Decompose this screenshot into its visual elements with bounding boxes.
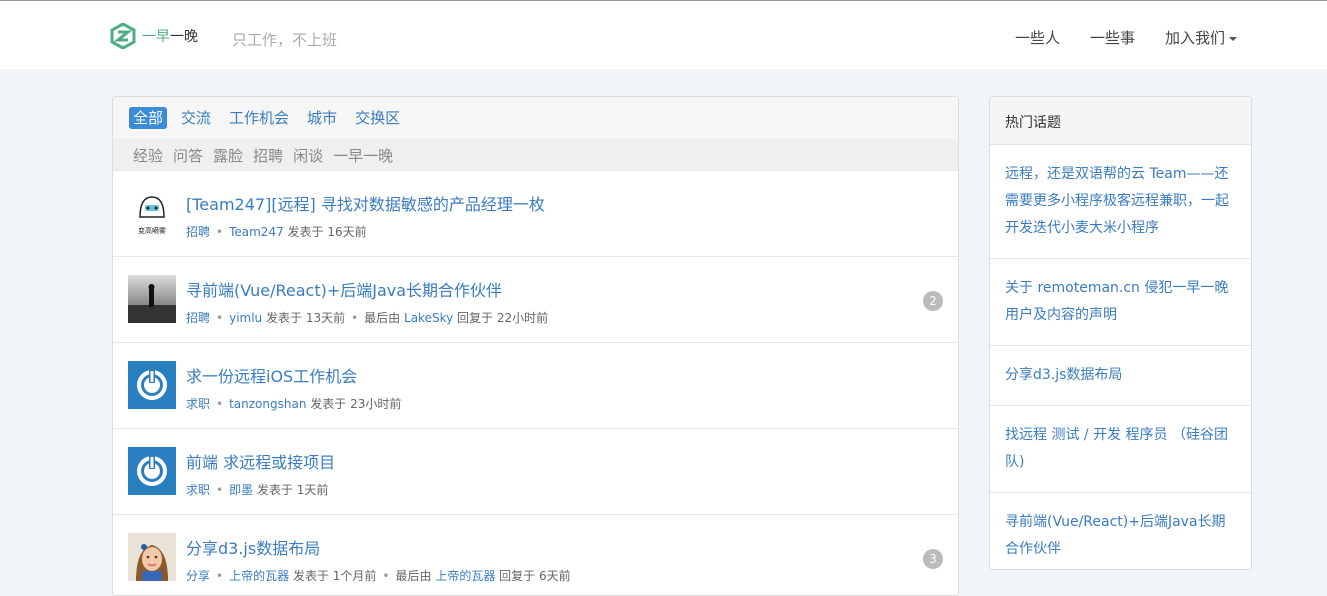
topic-meta: 求职 • 即墨 发表于 1天前 bbox=[186, 483, 329, 497]
caret-down-icon bbox=[1229, 36, 1237, 41]
author-link[interactable]: tanzongshan bbox=[229, 397, 306, 411]
reply-count-badge: 2 bbox=[923, 291, 943, 311]
posted-time: 发表于 16天前 bbox=[287, 225, 367, 239]
hot-topic-link[interactable]: 关于 remoteman.cn 侵犯一早一晚用户及内容的声明 bbox=[990, 259, 1251, 346]
topic-list-panel: 全部 交流 工作机会 城市 交换区 经验 问答 露脸 招聘 闲谈 一早一晚 变高… bbox=[112, 96, 959, 596]
topic-title[interactable]: 求一份远程iOS工作机会 bbox=[186, 363, 357, 387]
slogan: 只工作，不上班 bbox=[232, 31, 338, 49]
sub-tabs: 经验 问答 露脸 招聘 闲谈 一早一晚 bbox=[113, 139, 958, 171]
category-link[interactable]: 求职 bbox=[186, 397, 210, 411]
category-tabs: 全部 交流 工作机会 城市 交换区 bbox=[113, 97, 958, 139]
subtab-hiring[interactable]: 招聘 bbox=[253, 145, 283, 170]
topic-meta: 分享 • 上帝的瓦器 发表于 1个月前 • 最后由 上帝的瓦器 回复于 6天前 bbox=[186, 569, 571, 583]
subtab-experience[interactable]: 经验 bbox=[133, 145, 163, 170]
avatar[interactable] bbox=[128, 275, 176, 323]
reply-count-badge: 3 bbox=[923, 549, 943, 569]
topic-title[interactable]: 分享d3.js数据布局 bbox=[186, 535, 320, 559]
topic-row: 求一份远程iOS工作机会 求职 • tanzongshan 发表于 23小时前 bbox=[113, 343, 958, 429]
topic-title[interactable]: 前端 求远程或接项目 bbox=[186, 449, 335, 473]
last-reply-prefix: 最后由 bbox=[364, 311, 401, 325]
posted-time: 发表于 23小时前 bbox=[310, 397, 402, 411]
nav-right: 一些人 一些事 加入我们 bbox=[979, 27, 1237, 48]
category-link[interactable]: 分享 bbox=[186, 569, 210, 583]
topic-title[interactable]: 寻前端(Vue/React)+后端Java长期合作伙伴 bbox=[186, 277, 502, 301]
last-reply-prefix: 最后由 bbox=[395, 569, 432, 583]
posted-time: 发表于 1天前 bbox=[256, 483, 329, 497]
subtab-qa[interactable]: 问答 bbox=[173, 145, 203, 170]
nav-people[interactable]: 一些人 bbox=[1015, 27, 1060, 48]
topic-row: 变高嗬雾 [Team247][远程] 寻找对数据敏感的产品经理一枚 招聘 • Tea… bbox=[113, 171, 958, 257]
brand-name: 一早一晚 bbox=[142, 29, 198, 45]
nav-join-dropdown[interactable]: 加入我们 bbox=[1165, 27, 1237, 48]
last-reply-time: 回复于 22小时前 bbox=[457, 311, 549, 325]
brand-logo-link[interactable]: 一早一晚 bbox=[110, 23, 198, 49]
author-link[interactable]: yimlu bbox=[229, 311, 262, 325]
navbar: 一早一晚 只工作，不上班 一些人 一些事 加入我们 bbox=[0, 5, 1327, 69]
topic-meta: 招聘 • Team247 发表于 16天前 bbox=[186, 225, 367, 239]
avatar[interactable] bbox=[128, 361, 176, 409]
brand-logo-icon bbox=[110, 23, 136, 49]
nav-things[interactable]: 一些事 bbox=[1090, 27, 1135, 48]
svg-text:变高嗬雾: 变高嗬雾 bbox=[138, 226, 166, 235]
author-link[interactable]: 即墨 bbox=[229, 483, 253, 497]
topic-meta: 求职 • tanzongshan 发表于 23小时前 bbox=[186, 397, 402, 411]
topic-meta: 招聘 • yimlu 发表于 13天前 • 最后由 LakeSky 回复于 22小时前 bbox=[186, 311, 549, 325]
avatar[interactable] bbox=[128, 533, 176, 581]
last-reply-time: 回复于 6天前 bbox=[499, 569, 571, 583]
hot-topics-panel: 热门话题 远程，还是双语帮的云 Team——还需要更多小程序极客远程兼职，一起开… bbox=[989, 96, 1252, 570]
author-link[interactable]: Team247 bbox=[229, 225, 284, 239]
tab-exchange[interactable]: 交换区 bbox=[351, 107, 404, 129]
hot-topic-link[interactable]: 分享d3.js数据布局 bbox=[990, 346, 1251, 406]
last-reply-user-link[interactable]: LakeSky bbox=[404, 311, 453, 325]
category-link[interactable]: 招聘 bbox=[186, 311, 210, 325]
posted-time: 发表于 1个月前 bbox=[292, 569, 377, 583]
topic-row: 寻前端(Vue/React)+后端Java长期合作伙伴 招聘 • yimlu 发表于… bbox=[113, 257, 958, 343]
tab-all[interactable]: 全部 bbox=[129, 107, 168, 129]
subtab-yizaoyiwan[interactable]: 一早一晚 bbox=[333, 145, 393, 170]
subtab-showface[interactable]: 露脸 bbox=[213, 145, 243, 170]
hot-topic-link[interactable]: 找远程 测试 / 开发 程序员 （硅谷团队) bbox=[990, 406, 1251, 493]
topic-title[interactable]: [Team247][远程] 寻找对数据敏感的产品经理一枚 bbox=[186, 191, 549, 215]
posted-time: 发表于 13天前 bbox=[266, 311, 346, 325]
avatar[interactable] bbox=[128, 447, 176, 495]
author-link[interactable]: 上帝的瓦器 bbox=[229, 569, 289, 583]
subtab-chat[interactable]: 闲谈 bbox=[293, 145, 323, 170]
topic-row: 分享d3.js数据布局 分享 • 上帝的瓦器 发表于 1个月前 • 最后由 上帝的瓦器 … bbox=[113, 515, 958, 595]
tab-jobs[interactable]: 工作机会 bbox=[225, 107, 293, 129]
hot-topics-title: 热门话题 bbox=[990, 97, 1251, 145]
join-label: 加入我们 bbox=[1164, 29, 1225, 47]
hot-topic-link[interactable]: 远程，还是双语帮的云 Team——还需要更多小程序极客远程兼职，一起开发迭代小麦… bbox=[990, 145, 1251, 259]
category-link[interactable]: 求职 bbox=[186, 483, 210, 497]
topic-row: 前端 求远程或接项目 求职 • 即墨 发表于 1天前 bbox=[113, 429, 958, 515]
hot-topic-link[interactable]: 寻前端(Vue/React)+后端Java长期合作伙伴 bbox=[990, 493, 1251, 569]
avatar[interactable]: 变高嗬雾 bbox=[128, 189, 176, 237]
category-link[interactable]: 招聘 bbox=[186, 225, 210, 239]
tab-discussion[interactable]: 交流 bbox=[177, 107, 215, 129]
tab-city[interactable]: 城市 bbox=[303, 107, 341, 129]
last-reply-user-link[interactable]: 上帝的瓦器 bbox=[435, 569, 495, 583]
